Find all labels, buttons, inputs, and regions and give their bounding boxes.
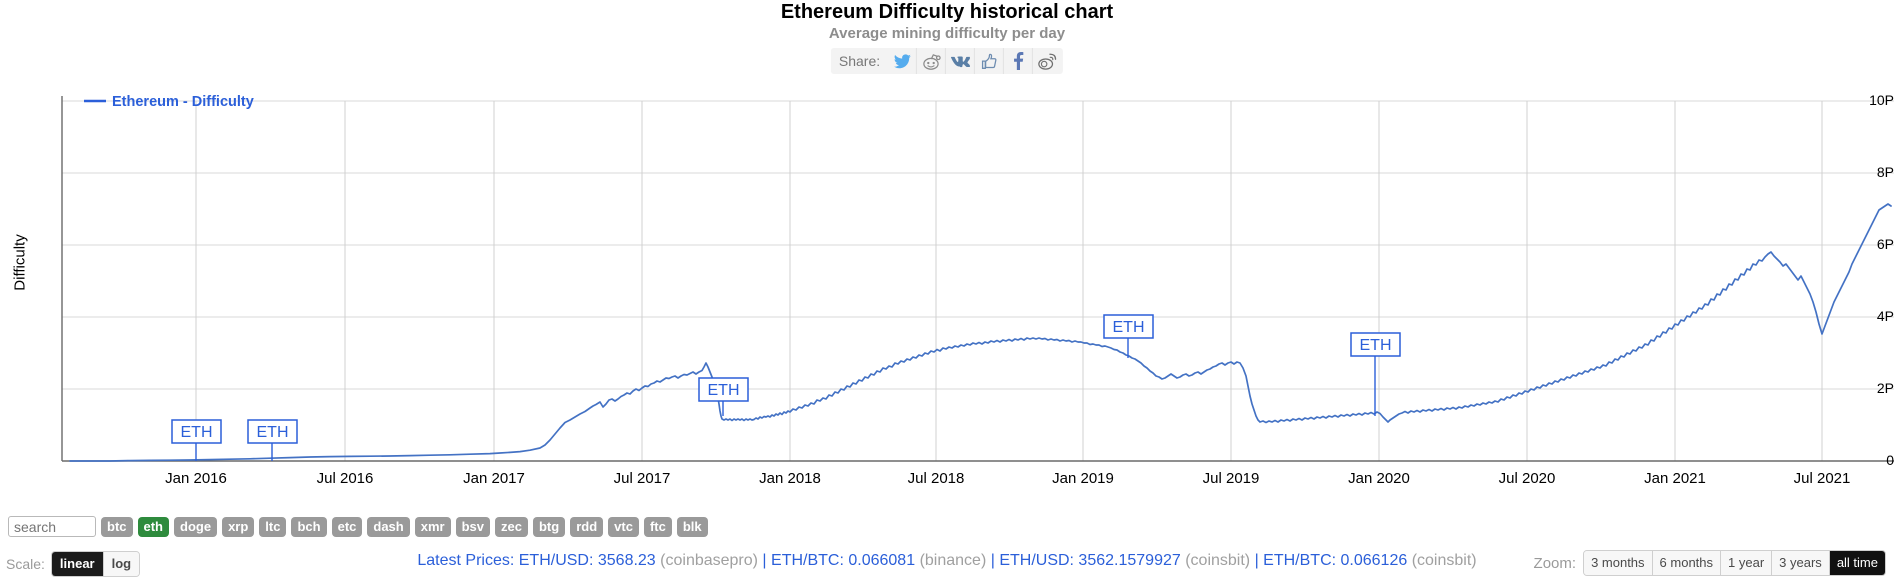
zoom-label: Zoom:	[1533, 554, 1577, 572]
chart-legend: Ethereum - Difficulty	[84, 94, 254, 110]
facebook-share-icon[interactable]	[1003, 48, 1032, 74]
coin-chip-vtc[interactable]: vtc	[608, 516, 639, 537]
x-tick-label: Jan 2018	[759, 470, 821, 487]
price-source: (coinsbit)	[1411, 552, 1477, 569]
difficulty-line-chart: Ethereum - Difficulty ETH ETH ETH ETH ET…	[61, 94, 1894, 462]
zoom-range-group: 3 months 6 months 1 year 3 years all time	[1583, 550, 1886, 576]
coin-chip-bsv[interactable]: bsv	[455, 516, 490, 537]
coin-chip-etc[interactable]: etc	[331, 516, 363, 537]
zoom-control: Zoom: 3 months 6 months 1 year 3 years all t…	[1534, 550, 1886, 576]
page-subtitle: Average mining difficulty per day	[828, 25, 1066, 42]
eth-annotation-flag[interactable]: ETH	[698, 377, 749, 416]
x-tick-label: Jan 2019	[1052, 470, 1114, 487]
svg-text:Ethereum - Difficulty: Ethereum - Difficulty	[112, 94, 254, 110]
price-source: (binance)	[919, 552, 987, 569]
coin-chip-zec[interactable]: zec	[495, 516, 528, 537]
y-tick-label: 6P	[1876, 236, 1894, 252]
y-tick-label: 4P	[1876, 308, 1894, 324]
page-title: Ethereum Difficulty historical chart	[780, 1, 1114, 23]
price-source: (coinsbit)	[1185, 552, 1251, 569]
share-bar: Share:	[830, 48, 1064, 74]
x-tick-label: Jul 2019	[1202, 470, 1260, 487]
coin-chip-blk[interactable]: blk	[676, 516, 708, 537]
coin-chip-xrp[interactable]: xrp	[222, 516, 255, 537]
coin-list: btc eth doge xrp ltc bch etc dash xmr bsv zec btg rd…	[101, 516, 708, 537]
coin-chip-bch[interactable]: bch	[291, 516, 327, 537]
y-axis-label: Difficulty	[11, 234, 29, 291]
coin-chip-eth[interactable]: eth	[137, 516, 169, 537]
odnoklassniki-thumbs-up-share-icon[interactable]	[974, 48, 1003, 74]
x-tick-label: Jul 2016	[316, 470, 374, 487]
svg-text:ETH: ETH	[181, 424, 213, 441]
x-tick-label: Jan 2021	[1644, 470, 1706, 487]
svg-text:ETH: ETH	[257, 424, 289, 441]
price-separator: |	[986, 552, 1000, 569]
zoom-option-3-months[interactable]: 3 months	[1584, 551, 1652, 575]
eth-annotation-flag[interactable]: ETH	[247, 419, 298, 461]
price-pair[interactable]: ETH/USD: 3568.23	[519, 552, 656, 569]
difficulty-series-line	[69, 203, 1892, 462]
coin-chip-ltc[interactable]: ltc	[259, 516, 287, 537]
coin-chip-btg[interactable]: btg	[532, 516, 566, 537]
weibo-share-icon[interactable]	[1032, 48, 1061, 74]
reddit-share-icon[interactable]	[916, 48, 945, 74]
svg-text:ETH: ETH	[1113, 319, 1145, 336]
x-tick-label: Jan 2016	[165, 470, 227, 487]
price-pair[interactable]: ETH/USD: 3562.1579927	[999, 552, 1180, 569]
vk-share-icon[interactable]	[945, 48, 974, 74]
eth-annotation-flag[interactable]: ETH	[171, 419, 222, 461]
x-tick-label: Jul 2020	[1498, 470, 1556, 487]
latest-prices-label: Latest Prices:	[417, 552, 519, 569]
y-tick-label: 8P	[1876, 164, 1894, 180]
svg-text:ETH: ETH	[708, 382, 740, 399]
search-input[interactable]	[8, 516, 96, 537]
zoom-option-6-months[interactable]: 6 months	[1651, 551, 1721, 575]
y-tick-label: 0	[1886, 452, 1894, 468]
price-separator: |	[1250, 552, 1264, 569]
eth-annotation-flag[interactable]: ETH	[1350, 332, 1401, 416]
coin-chip-xmr[interactable]: xmr	[414, 516, 451, 537]
share-label: Share:	[838, 53, 881, 69]
twitter-share-icon[interactable]	[888, 48, 916, 74]
eth-annotation-flag[interactable]: ETH	[1103, 314, 1154, 358]
x-tick-label: Jul 2017	[613, 470, 671, 487]
chart-plot-area: Difficulty 10P 8P 6P 4P 2P 0 Ethereum - …	[0, 86, 1894, 487]
zoom-option-3-years[interactable]: 3 years	[1771, 551, 1829, 575]
coin-chip-doge[interactable]: doge	[174, 516, 218, 537]
coin-chip-ftc[interactable]: ftc	[643, 516, 672, 537]
y-tick-label: 2P	[1876, 380, 1894, 396]
coin-ticker-row: btcethdogexrpltcbchetcdashxmrbsvzecbtgrd…	[8, 516, 708, 537]
zoom-option-all-time[interactable]: all time	[1828, 551, 1885, 575]
y-tick-label: 10P	[1869, 92, 1894, 108]
zoom-option-1-year[interactable]: 1 year	[1720, 551, 1772, 575]
chart-page: Ethereum Difficulty historical chart Ave…	[0, 0, 1894, 585]
svg-text:ETH: ETH	[1360, 337, 1392, 354]
coin-chip-rdd[interactable]: rdd	[570, 516, 604, 537]
x-tick-label: Jan 2020	[1348, 470, 1410, 487]
x-tick-label: Jul 2021	[1793, 470, 1851, 487]
price-pair[interactable]: ETH/BTC: 0.066126	[1263, 552, 1407, 569]
x-tick-label: Jan 2017	[463, 470, 525, 487]
coin-chip-dash[interactable]: dash	[367, 516, 410, 537]
x-tick-label: Jul 2018	[907, 470, 965, 487]
coin-chip-btc[interactable]: btc	[101, 516, 133, 537]
price-separator: |	[757, 552, 772, 569]
price-pair[interactable]: ETH/BTC: 0.066081	[771, 552, 915, 569]
price-source: (coinbasepro)	[660, 552, 758, 569]
